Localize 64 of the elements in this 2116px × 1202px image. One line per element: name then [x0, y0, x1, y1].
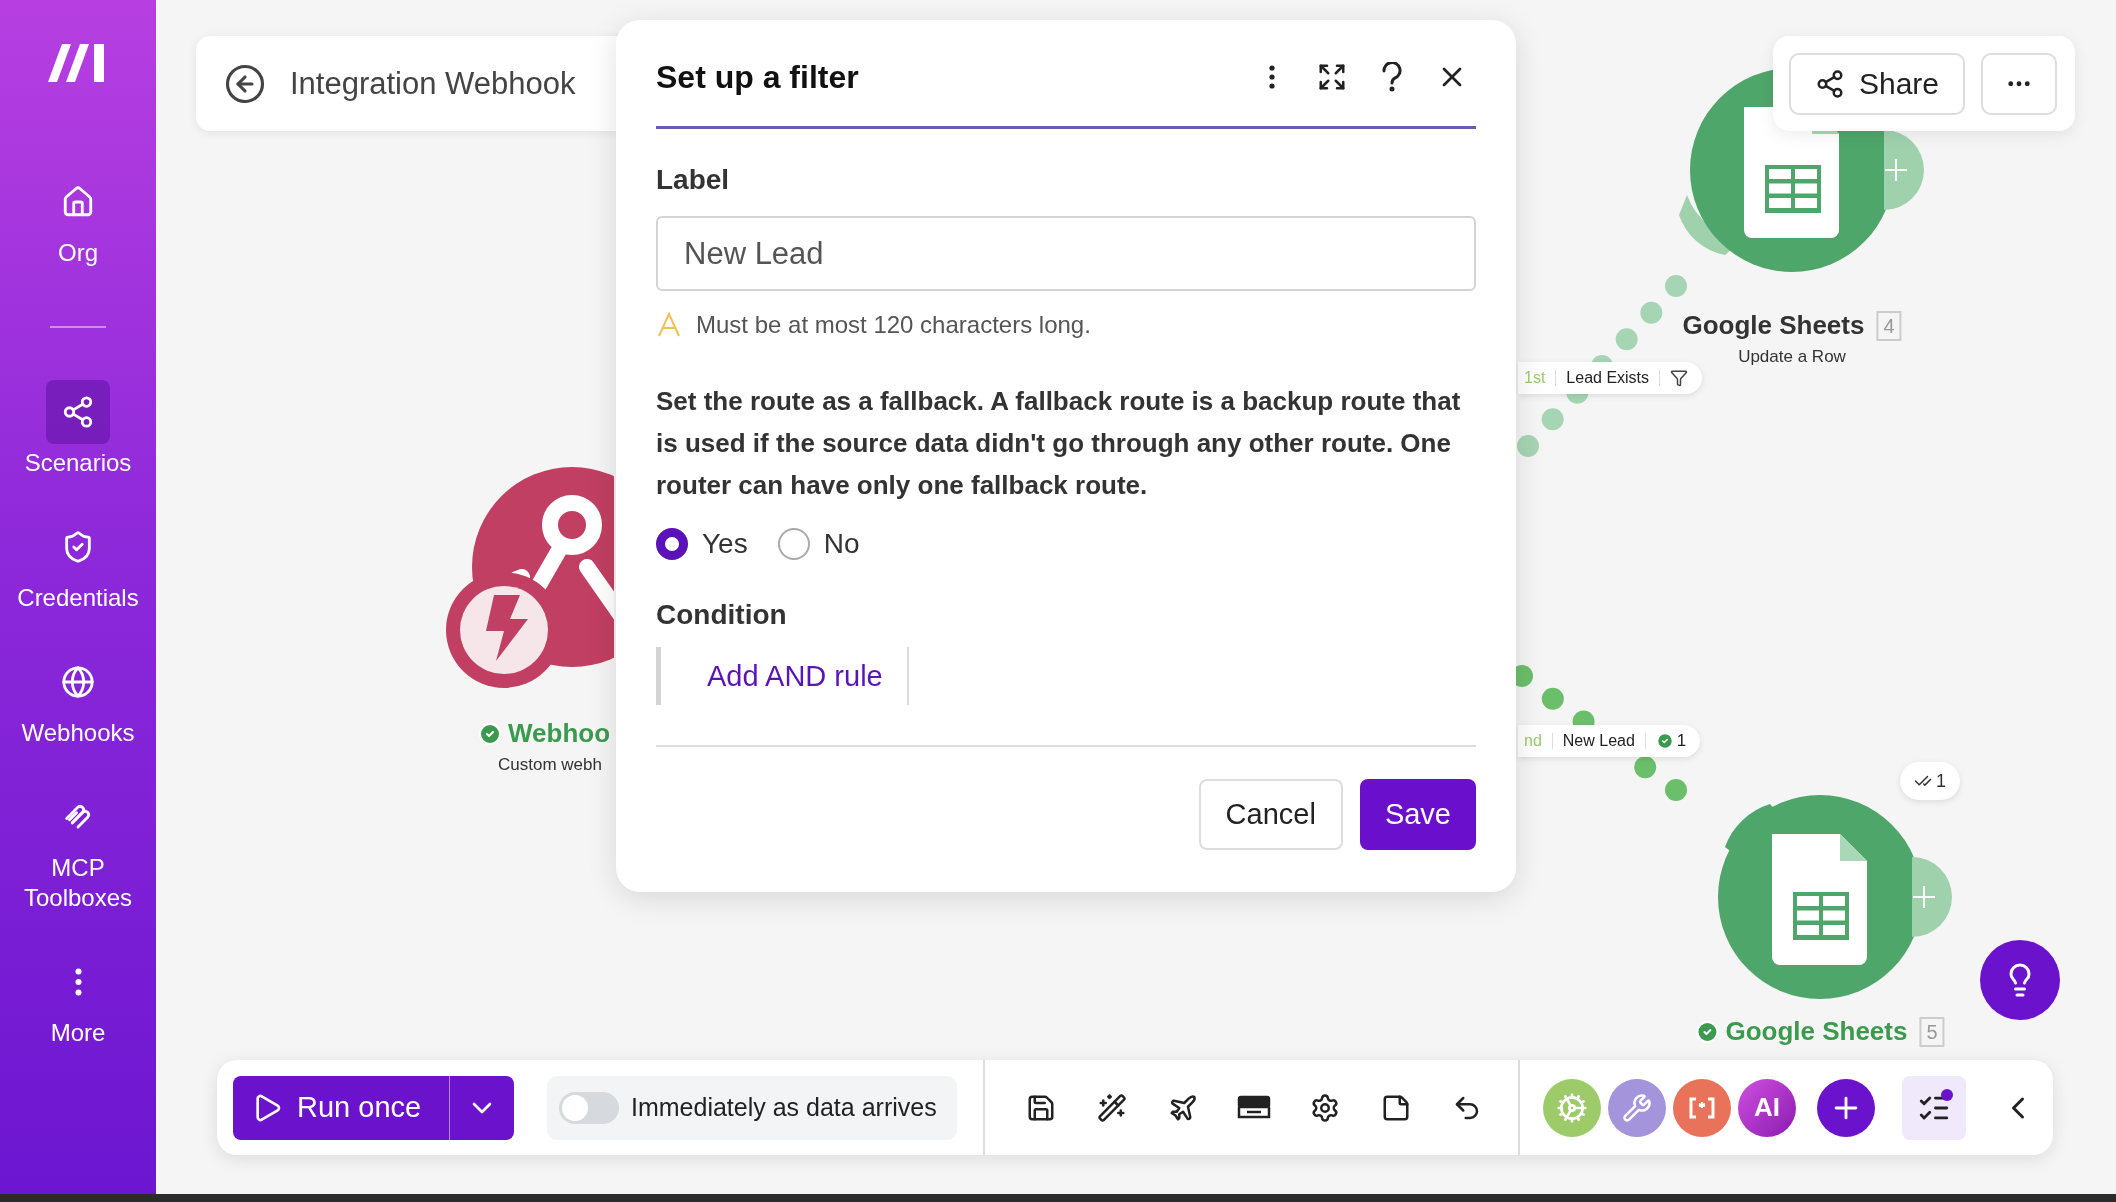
settings-icon — [1310, 1092, 1340, 1123]
nodes-icon — [61, 395, 95, 429]
more-icon — [1269, 65, 1275, 89]
module-name: Google Sheets — [1725, 1016, 1908, 1047]
schedule-label: Immediately as data arrives — [631, 1093, 937, 1122]
route-order: nd — [1524, 732, 1542, 750]
plane-icon — [1168, 1092, 1198, 1123]
magic-wand-icon — [1097, 1092, 1127, 1123]
sidebar-item[interactable]: Webhooks — [21, 650, 135, 748]
checklist-button[interactable] — [1902, 1075, 1966, 1140]
json-module-button[interactable] — [1673, 1078, 1731, 1137]
ai-module-button[interactable]: AI — [1738, 1078, 1796, 1137]
help-icon — [1380, 62, 1404, 92]
flow-control-button[interactable] — [1608, 1078, 1666, 1137]
sidebar-item[interactable]: More — [46, 950, 110, 1048]
dialog-title: Set up a filter — [656, 58, 860, 96]
module-number: 5 — [1919, 1016, 1945, 1047]
module-name: Google Sheets — [1682, 310, 1865, 341]
cancel-button[interactable]: Cancel — [1198, 779, 1343, 850]
scenario-title: Integration Webhook — [290, 65, 576, 102]
more-icon — [74, 968, 82, 996]
route-count: 1 — [1676, 731, 1687, 751]
brackets-icon — [1688, 1095, 1716, 1120]
operations-badge[interactable]: 1 — [1900, 762, 1960, 800]
success-icon — [478, 721, 502, 746]
module-action: Custom webh — [498, 755, 602, 775]
run-once-button[interactable]: Run once — [233, 1075, 449, 1140]
route-name: Lead Exists — [1566, 369, 1650, 387]
warning-icon — [656, 312, 682, 338]
module-number: 4 — [1876, 310, 1902, 341]
field-label: Condition — [656, 600, 788, 630]
filter-icon — [1670, 369, 1689, 387]
route-name: New Lead — [1562, 732, 1635, 750]
schedule-toggle[interactable] — [559, 1091, 619, 1124]
home-icon — [61, 185, 95, 219]
add-rule-link[interactable]: Add AND rule — [707, 647, 909, 705]
run-options-button[interactable] — [449, 1075, 514, 1140]
radio-option[interactable]: No — [777, 528, 860, 560]
expand-icon — [1317, 62, 1347, 92]
globe-icon — [61, 665, 95, 699]
route-order: 1st — [1524, 369, 1546, 387]
label-input[interactable]: New Lead — [656, 216, 1476, 291]
operations-count: 1 — [1936, 770, 1946, 792]
route-label[interactable]: nd New Lead 1 — [1518, 725, 1701, 757]
share-button[interactable]: Share — [1789, 52, 1965, 115]
gear-icon — [1556, 1091, 1588, 1124]
module-action: Update a Row — [1738, 347, 1846, 367]
add-module-button[interactable] — [1817, 1078, 1875, 1137]
fallback-description: Set the route as a fallback. A fallback route is a backup route that is used if the source data didn't go through any other route. One router can have only one fallback route. — [656, 385, 1462, 502]
success-icon — [1695, 1019, 1720, 1044]
more-icon — [2008, 80, 2030, 87]
sidebar-item[interactable]: Org — [46, 170, 110, 268]
module-name: Webhoo — [508, 718, 611, 749]
route-label[interactable]: 1st Lead Exists — [1518, 362, 1703, 394]
sidebar-item[interactable]: Credentials — [17, 515, 139, 613]
radio-option[interactable]: Yes — [656, 528, 748, 560]
back-icon[interactable] — [224, 62, 266, 105]
sidebar-item[interactable]: Scenarios — [24, 380, 132, 478]
success-icon — [1655, 732, 1674, 750]
sidebar-item[interactable]: MCP Toolboxes — [0, 785, 156, 913]
wrench-icon — [1622, 1092, 1652, 1123]
field-label: Label — [656, 165, 731, 195]
save-button[interactable]: Save — [1359, 779, 1476, 850]
validation-message: Must be at most 120 characters long. — [696, 310, 1091, 340]
